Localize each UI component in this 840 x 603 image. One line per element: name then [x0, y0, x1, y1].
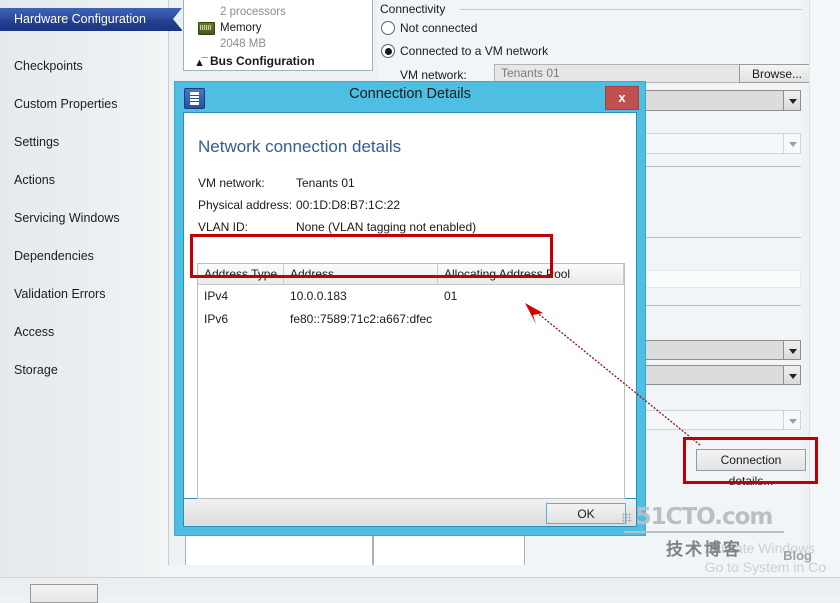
chevron-down-icon[interactable] [783, 340, 801, 360]
background-field-1[interactable] [631, 270, 801, 288]
sidebar-item-servicing-windows[interactable]: Servicing Windows [0, 207, 120, 230]
cell-address-type: IPv6 [204, 312, 229, 326]
dialog-body: Network connection details VM network: T… [183, 112, 637, 499]
processors-detail: 2 processors [184, 4, 372, 20]
sidebar-item-actions[interactable]: Actions [0, 169, 55, 192]
column-header-allocating-address-pool[interactable]: Allocating Address Pool [438, 264, 624, 284]
cell-address: 10.0.0.183 [290, 289, 347, 303]
chevron-down-icon[interactable] [783, 90, 801, 111]
watermark-main-text: 51CTO.com [635, 504, 774, 530]
sidebar-item-checkpoints[interactable]: Checkpoints [0, 55, 83, 78]
column-header-address[interactable]: Address [284, 264, 438, 284]
connectivity-group-label: Connectivity [380, 2, 451, 16]
sidebar-item-label: Hardware Configuration [14, 12, 147, 26]
hardware-list-panel[interactable]: 2 processors Memory 2048 MB ▲̅ Bus Confi… [183, 0, 373, 71]
connection-details-button[interactable]: Connection details... [696, 449, 806, 488]
sidebar-item-access[interactable]: Access [0, 321, 54, 344]
dialog-title-text: Connection Details [349, 86, 471, 102]
watermark-sub-text: 技术博客 [666, 540, 742, 559]
lower-white-panel-right [373, 533, 525, 567]
sidebar-item-validation-errors[interactable]: Validation Errors [0, 283, 105, 306]
bus-configuration-group[interactable]: ▲̅ Bus Configuration [184, 52, 372, 70]
watermark-rule [624, 531, 784, 533]
site-watermark: 51CTO.com 技术博客 [624, 504, 784, 560]
memory-label: Memory [220, 22, 262, 34]
cell-pool: 01 [444, 289, 458, 303]
chevron-down-icon[interactable] [783, 410, 801, 430]
processors-sub-label: 2 processors [220, 6, 286, 18]
sidebar-item-label: Storage [14, 363, 58, 377]
watermark-blog-text: Blog [783, 548, 812, 563]
sidebar-item-label: Checkpoints [14, 59, 83, 73]
background-combo-4[interactable] [631, 365, 801, 385]
connection-details-dialog[interactable]: Connection Details x Network connection … [175, 82, 645, 535]
sidebar-item-dependencies[interactable]: Dependencies [0, 245, 94, 268]
ok-button[interactable]: OK [546, 503, 626, 524]
address-table[interactable]: Address Type Address Allocating Address … [197, 263, 625, 499]
sidebar-item-label: Servicing Windows [14, 211, 120, 225]
dialog-title-bar[interactable]: Connection Details x [175, 82, 645, 112]
vm-network-label: VM network: [400, 68, 467, 82]
sidebar-item-label: Custom Properties [14, 97, 118, 111]
memory-detail: 2048 MB [184, 36, 372, 52]
sidebar-item-label: Settings [14, 135, 60, 149]
dialog-footer: OK [183, 499, 637, 527]
lower-white-panel-left [185, 533, 373, 567]
detail-label-vlan-id: VLAN ID: [198, 220, 249, 234]
connectivity-group-rule [460, 9, 802, 10]
background-combo-1[interactable] [631, 90, 801, 111]
table-row[interactable]: IPv6 fe80::7589:71c2:a667:dfec [198, 308, 624, 331]
divider-2 [631, 237, 801, 238]
bus-configuration-label: Bus Configuration [210, 54, 315, 68]
radio-not-connected-label: Not connected [400, 21, 478, 35]
sidebar-item-label: Actions [14, 173, 55, 187]
chevron-down-icon[interactable] [783, 133, 801, 154]
cell-pool [438, 308, 624, 331]
cell-address-type: IPv4 [204, 289, 229, 303]
dialog-heading: Network connection details [198, 137, 402, 156]
vm-network-input[interactable]: Tenants 01 [494, 64, 754, 83]
window-bottom-bar [0, 577, 840, 603]
table-header-row: Address Type Address Allocating Address … [198, 264, 624, 285]
background-combo-2[interactable] [631, 133, 801, 154]
close-icon[interactable]: x [605, 86, 639, 110]
chevron-up-icon: ▲̅ [194, 57, 205, 69]
background-combo-5[interactable] [631, 410, 801, 430]
background-combo-3[interactable] [631, 340, 801, 360]
memory-item[interactable]: Memory [184, 20, 372, 36]
detail-label-vm-network: VM network: [198, 176, 265, 190]
chevron-down-icon[interactable] [783, 365, 801, 385]
sidebar-item-hardware-configuration[interactable]: Hardware Configuration [0, 8, 182, 31]
bottom-action-button[interactable] [30, 584, 98, 603]
memory-sub-label: 2048 MB [220, 38, 267, 50]
sidebar-item-storage[interactable]: Storage [0, 359, 58, 382]
detail-value-vlan-id: None (VLAN tagging not enabled) [296, 220, 477, 234]
divider-1 [631, 166, 801, 167]
sidebar-item-label: Access [14, 325, 55, 339]
column-header-address-type[interactable]: Address Type [198, 264, 284, 284]
cell-address: fe80::7589:71c2:a667:dfec [290, 312, 433, 326]
table-row[interactable]: IPv4 10.0.0.183 01 [198, 285, 624, 308]
sidebar-item-custom-properties[interactable]: Custom Properties [0, 93, 118, 116]
radio-connected-to-vm-network-label: Connected to a VM network [400, 44, 549, 58]
detail-label-physical-address: Physical address: [198, 198, 293, 212]
radio-not-connected[interactable] [381, 21, 395, 35]
sidebar-item-settings[interactable]: Settings [0, 131, 59, 154]
divider-3 [631, 305, 801, 306]
detail-value-vm-network: Tenants 01 [296, 176, 355, 190]
left-navigation-sidebar: Hardware Configuration Checkpoints Custo… [0, 0, 182, 578]
sidebar-item-label: Dependencies [14, 249, 94, 263]
radio-connected-to-vm-network[interactable] [381, 44, 395, 58]
vertical-scrollbar[interactable] [809, 0, 840, 578]
sidebar-item-label: Validation Errors [14, 287, 106, 301]
memory-icon [198, 22, 215, 35]
detail-value-physical-address: 00:1D:D8:B7:1C:22 [296, 198, 401, 212]
browse-button[interactable]: Browse... [739, 64, 815, 83]
